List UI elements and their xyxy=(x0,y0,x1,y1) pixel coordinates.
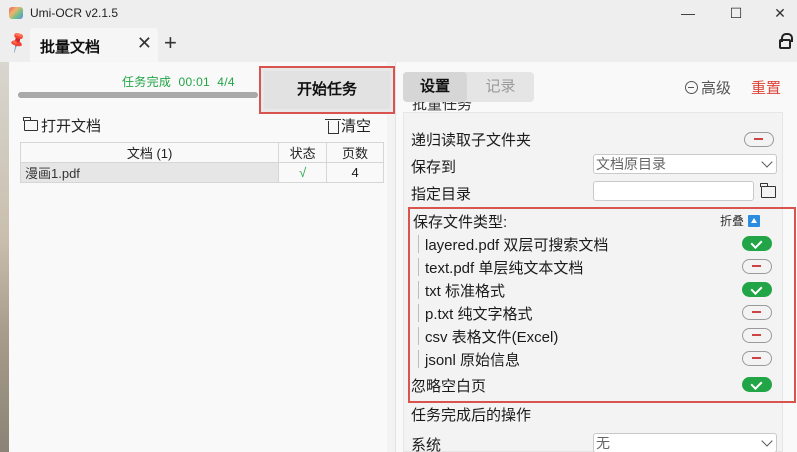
start-task-button[interactable]: 开始任务 xyxy=(264,71,390,109)
tab-batch-documents[interactable]: 批量文档 ✕ xyxy=(30,28,158,62)
tab-settings[interactable]: 设置 xyxy=(403,72,467,102)
save-to-select[interactable]: 文档原目录 xyxy=(593,154,777,174)
column-header-pages[interactable]: 页数 xyxy=(326,142,384,163)
save-to-label: 保存到 xyxy=(411,159,457,176)
recursive-subfolders-toggle[interactable] xyxy=(744,132,774,147)
advanced-label: 高级 xyxy=(701,80,732,97)
save-type-layered-pdf: layered.pdf 双层可搜索文档 xyxy=(417,234,608,255)
advanced-toggle[interactable]: 高级 xyxy=(685,77,731,98)
save-type-jsonl: jsonl 原始信息 xyxy=(417,349,520,370)
toggle-jsonl[interactable] xyxy=(742,351,772,366)
system-value: 无 xyxy=(596,435,610,451)
task-status: 任务完成 00:01 4/4 xyxy=(122,73,235,90)
collapse-label: 折叠 xyxy=(720,214,745,228)
save-type-txt: txt 标准格式 xyxy=(417,280,505,301)
save-type-csv: csv 表格文件(Excel) xyxy=(417,326,558,347)
document-name: 漫画1.pdf xyxy=(19,162,280,183)
tab-label: 批量文档 xyxy=(40,39,101,56)
target-dir-input[interactable] xyxy=(593,181,754,201)
toggle-layered-pdf[interactable] xyxy=(742,236,772,251)
clear-button[interactable]: 清空 xyxy=(325,115,372,136)
column-header-status[interactable]: 状态 xyxy=(278,142,328,163)
document-panel: 任务完成 00:01 4/4 开始任务 打开文档 清空 文档 (1) 状态 页数… xyxy=(9,62,395,452)
start-task-highlight: 开始任务 xyxy=(259,66,395,114)
section-title: 批量任务 xyxy=(412,102,473,112)
folder-icon xyxy=(23,117,38,131)
tab-bar: 📌 批量文档 ✕ + xyxy=(0,26,797,62)
status-label: 任务完成 xyxy=(122,75,172,89)
progress-count: 4/4 xyxy=(217,75,235,89)
lock-icon[interactable] xyxy=(779,33,793,49)
panel-tabs: 设置 记录 xyxy=(403,72,534,102)
table-row[interactable]: 漫画1.pdf √ 4 xyxy=(19,162,384,183)
column-header-document[interactable]: 文档 (1) xyxy=(19,142,280,163)
tab-records[interactable]: 记录 xyxy=(467,72,534,102)
open-document-button[interactable]: 打开文档 xyxy=(23,115,102,136)
minus-circle-icon xyxy=(685,81,698,94)
clear-label: 清空 xyxy=(341,118,372,135)
app-logo-icon xyxy=(9,7,23,19)
save-type-text-pdf: text.pdf 单层纯文本文档 xyxy=(417,257,583,278)
up-arrow-icon xyxy=(748,214,761,227)
document-table: 文档 (1) 状态 页数 漫画1.pdf √ 4 xyxy=(19,142,384,183)
save-to-value: 文档原目录 xyxy=(596,156,666,172)
maximize-button[interactable]: ☐ xyxy=(719,2,753,24)
chevron-down-icon xyxy=(761,435,773,447)
collapse-button[interactable]: 折叠 xyxy=(720,212,761,229)
toggle-ptxt[interactable] xyxy=(742,305,772,320)
ignore-blank-label: 忽略空白页 xyxy=(411,378,487,395)
progress-fill xyxy=(18,92,258,98)
add-tab-button[interactable]: + xyxy=(164,30,177,56)
document-status: √ xyxy=(278,162,328,183)
toggle-csv[interactable] xyxy=(742,328,772,343)
reset-button[interactable]: 重置 xyxy=(751,77,781,98)
system-label: 系统 xyxy=(411,437,442,452)
document-pages: 4 xyxy=(326,162,384,183)
target-dir-label: 指定目录 xyxy=(411,186,472,203)
window-title: Umi-OCR v2.1.5 xyxy=(30,6,119,20)
pin-icon[interactable]: 📌 xyxy=(5,30,30,54)
section-heading: 批量任务 xyxy=(412,102,532,112)
save-types-label: 保存文件类型: xyxy=(413,214,508,231)
minimize-button[interactable]: — xyxy=(671,2,705,24)
save-type-ptxt: p.txt 纯文字格式 xyxy=(418,303,533,324)
system-select[interactable]: 无 xyxy=(593,433,777,452)
folder-icon[interactable] xyxy=(760,183,776,198)
recursive-subfolders-label: 递归读取子文件夹 xyxy=(411,132,532,149)
tab-close-button[interactable]: ✕ xyxy=(137,33,152,54)
open-document-label: 打开文档 xyxy=(41,118,102,135)
title-bar: Umi-OCR v2.1.5 — ☐ ✕ xyxy=(0,0,797,26)
desktop-background xyxy=(0,62,9,452)
toggle-txt[interactable] xyxy=(742,282,772,297)
close-window-button[interactable]: ✕ xyxy=(763,2,797,24)
chevron-down-icon xyxy=(761,156,773,168)
trash-icon xyxy=(325,118,341,134)
ignore-blank-toggle[interactable] xyxy=(742,377,772,392)
toggle-text-pdf[interactable] xyxy=(742,259,772,274)
after-task-heading: 任务完成后的操作 xyxy=(411,407,532,424)
progress-bar xyxy=(18,92,258,98)
elapsed-time: 00:01 xyxy=(178,75,211,89)
